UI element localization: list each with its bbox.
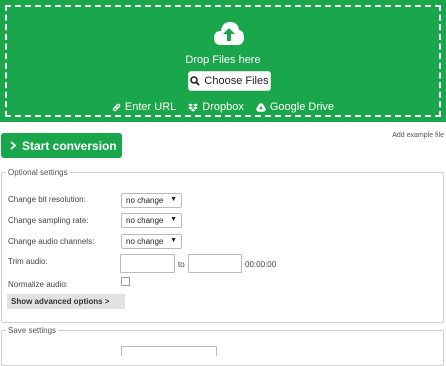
normalize-audio-label: Normalize audio: bbox=[8, 280, 69, 289]
trim-to-label: to bbox=[178, 260, 185, 269]
start-conversion-button[interactable]: Start conversion bbox=[1, 133, 122, 158]
trim-duration-text: 00:00:00 bbox=[245, 260, 277, 269]
dropdown-arrow-icon: ▼ bbox=[170, 196, 177, 203]
drop-files-text: Drop Files here bbox=[185, 54, 261, 66]
enter-url-link[interactable]: Enter URL bbox=[112, 101, 176, 113]
upload-dropzone[interactable]: Drop Files here Choose Files Enter URL D… bbox=[0, 0, 446, 122]
show-advanced-options-button[interactable]: Show advanced options > bbox=[7, 294, 125, 309]
enter-url-label: Enter URL bbox=[124, 101, 177, 113]
upload-sources: Enter URL Dropbox Google Drive bbox=[7, 101, 439, 113]
sampling-rate-select[interactable]: no change ▼ bbox=[121, 213, 182, 228]
audio-channels-label: Change audio channels: bbox=[8, 237, 95, 246]
save-settings-legend: Save settings bbox=[8, 326, 57, 335]
search-icon bbox=[190, 76, 201, 86]
bit-resolution-value: no change bbox=[126, 196, 164, 205]
dropzone-border: Drop Files here Choose Files Enter URL D… bbox=[5, 5, 441, 117]
dropdown-arrow-icon: ▼ bbox=[170, 237, 177, 244]
trim-end-input[interactable] bbox=[188, 254, 242, 273]
save-settings-select[interactable] bbox=[121, 346, 217, 356]
audio-channels-value: no change bbox=[126, 237, 164, 246]
optional-settings-legend: Optional settings bbox=[8, 168, 68, 177]
sampling-rate-label: Change sampling rate: bbox=[8, 216, 89, 225]
choose-files-label: Choose Files bbox=[204, 75, 269, 87]
google-drive-link[interactable]: Google Drive bbox=[255, 101, 335, 113]
google-drive-icon bbox=[255, 103, 266, 112]
audio-channels-select[interactable]: no change ▼ bbox=[121, 234, 182, 249]
bit-resolution-label: Change bit resolution: bbox=[8, 195, 86, 204]
trim-audio-label: Trim audio: bbox=[8, 257, 48, 266]
sampling-rate-value: no change bbox=[126, 216, 164, 225]
start-conversion-label: Start conversion bbox=[22, 138, 117, 153]
link-icon bbox=[112, 103, 121, 111]
dropbox-label: Dropbox bbox=[202, 101, 244, 113]
cloud-upload-icon bbox=[214, 22, 244, 45]
normalize-audio-checkbox[interactable] bbox=[121, 277, 130, 286]
add-example-file-link[interactable]: Add example file bbox=[392, 132, 444, 139]
dropbox-link[interactable]: Dropbox bbox=[188, 101, 244, 113]
dropbox-icon bbox=[188, 103, 199, 112]
trim-start-input[interactable] bbox=[120, 254, 175, 273]
bit-resolution-select[interactable]: no change ▼ bbox=[121, 193, 182, 208]
choose-files-button[interactable]: Choose Files bbox=[188, 71, 271, 91]
dropdown-arrow-icon: ▼ bbox=[170, 216, 177, 223]
save-settings-panel: Save settings bbox=[1, 326, 444, 366]
chevron-right-icon bbox=[10, 141, 16, 150]
google-drive-label: Google Drive bbox=[269, 101, 335, 113]
